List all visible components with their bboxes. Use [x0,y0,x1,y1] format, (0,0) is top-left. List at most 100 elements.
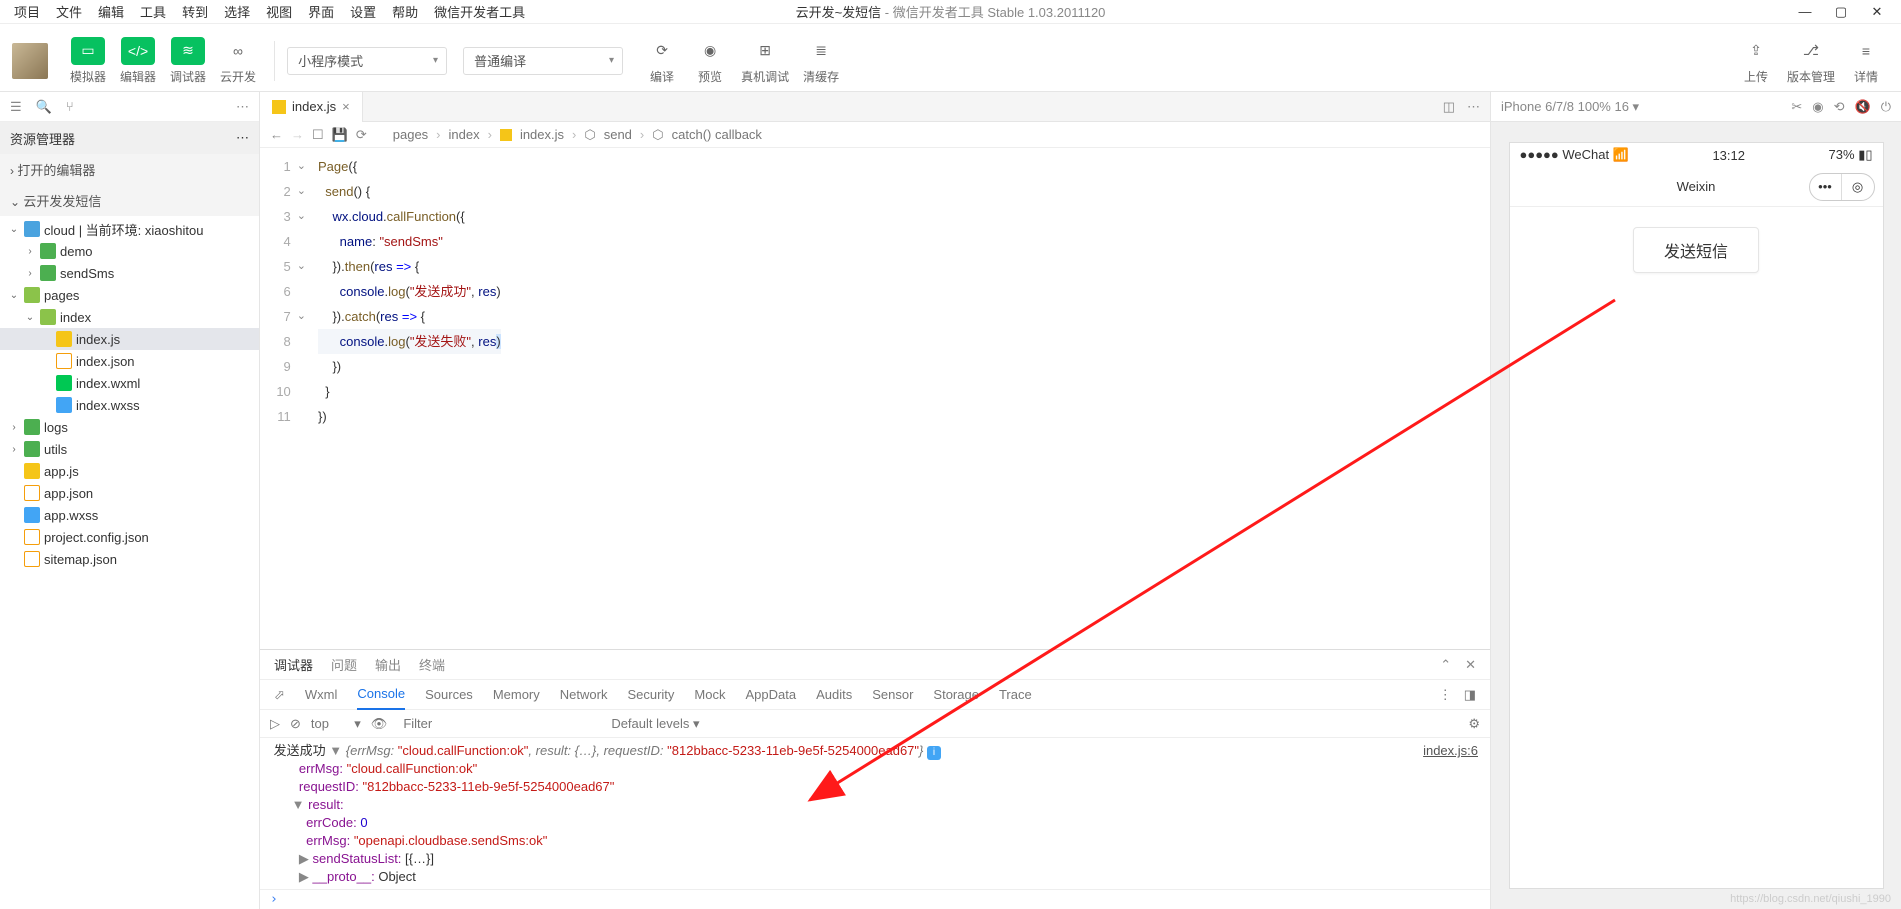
clear-icon[interactable]: ⊘ [290,716,301,732]
menu-dots-icon[interactable]: ••• [1810,174,1842,200]
close-panel-icon[interactable]: ✕ [1465,657,1476,673]
panel-tab[interactable]: 问题 [331,655,357,674]
cut-icon[interactable]: ✂ [1791,99,1802,115]
code-editor[interactable]: 1⌄2⌄3⌄ 4⌄5⌄6⌄ 7⌄8⌄9⌄ 10⌄11⌄ Page({ send(… [260,148,1490,649]
send-sms-button[interactable]: 发送短信 [1633,227,1759,273]
panel-tab[interactable]: 终端 [419,655,445,674]
menu-帮助[interactable]: 帮助 [384,2,426,21]
menu-编辑[interactable]: 编辑 [90,2,132,21]
devtools-tab-appdata[interactable]: AppData [745,687,796,702]
devtools-tab-mock[interactable]: Mock [694,687,725,702]
eye-icon[interactable]: 👁 [371,716,388,732]
simulator-button[interactable]: ▭模拟器 [64,37,112,85]
detail-button[interactable]: ≡详情 [1843,37,1889,85]
devtools-tab-console[interactable]: Console [357,680,405,710]
remote-debug-button[interactable]: ⊞真机调试 [735,37,795,85]
tree-node[interactable]: ›utils [0,438,259,460]
tree-node[interactable]: ›demo [0,240,259,262]
tree-node[interactable]: app.json [0,482,259,504]
tree-node[interactable]: index.wxml [0,372,259,394]
version-button[interactable]: ⎇版本管理 [1781,37,1841,85]
arrow-left-icon[interactable]: ← [270,127,283,142]
avatar[interactable] [12,43,48,79]
menu-设置[interactable]: 设置 [342,2,384,21]
tree-node[interactable]: index.wxss [0,394,259,416]
tree-node[interactable]: ⌄index [0,306,259,328]
inspect-icon[interactable]: ⬀ [274,687,285,703]
close-icon[interactable]: ✕ [1869,4,1885,20]
compile-button[interactable]: ⟳编译 [639,37,685,85]
upload-button[interactable]: ⇪上传 [1733,37,1779,85]
close-sim-icon[interactable]: ⏻ [1881,99,1891,115]
search-icon[interactable]: 🔍 [36,99,52,115]
devtools-tab-wxml[interactable]: Wxml [305,687,338,702]
split-icon[interactable]: ◫ [1443,99,1455,115]
tree-node[interactable]: ⌄pages [0,284,259,306]
cloud-button[interactable]: ∞云开发 [214,37,262,85]
close-tab-icon[interactable]: × [342,99,350,114]
tree-node[interactable]: app.wxss [0,504,259,526]
menu-界面[interactable]: 界面 [300,2,342,21]
play-icon[interactable]: ▷ [270,716,280,732]
levels-select[interactable]: Default levels ▾ [611,716,699,732]
arrow-right-icon[interactable]: → [291,127,304,142]
breadcrumb[interactable]: ← → ☐ 💾 ⟳ pages› index› index.js› ⬡send›… [260,122,1490,148]
record-icon[interactable]: ◉ [1812,99,1823,115]
list-icon[interactable]: ☰ [10,99,22,115]
minimize-icon[interactable]: — [1797,4,1813,20]
mode-select[interactable]: 小程序模式 [287,47,447,75]
devtools-tab-storage[interactable]: Storage [933,687,979,702]
console-output[interactable]: index.js:6 发送成功 ▼ {errMsg: "cloud.callFu… [260,738,1490,889]
preview-button[interactable]: ◉预览 [687,37,733,85]
devtools-tab-trace[interactable]: Trace [999,687,1032,702]
more-icon[interactable]: ⋯ [1467,99,1480,115]
devtools-tab-network[interactable]: Network [560,687,608,702]
source-link[interactable]: index.js:6 [1423,742,1478,760]
menu-项目[interactable]: 项目 [6,2,48,21]
collapse-icon[interactable]: ⌃ [1440,657,1451,673]
tree-node[interactable]: index.js [0,328,259,350]
mute-icon[interactable]: 🔇 [1855,99,1871,115]
target-icon[interactable]: ◎ [1842,174,1874,200]
tree-node[interactable]: index.json [0,350,259,372]
tab-index-js[interactable]: index.js × [260,92,363,122]
tree-node[interactable]: project.config.json [0,526,259,548]
branch-icon[interactable]: ⑂ [66,99,74,114]
panel-tab[interactable]: 输出 [375,655,401,674]
menu-微信开发者工具[interactable]: 微信开发者工具 [426,2,533,21]
tree-node[interactable]: ⌄cloud | 当前环境: xiaoshitou [0,218,259,240]
menu-视图[interactable]: 视图 [258,2,300,21]
console-prompt[interactable]: › [260,889,1490,909]
panel-tab[interactable]: 调试器 [274,655,313,674]
scope-select[interactable]: top ▾ [311,716,361,732]
menu-转到[interactable]: 转到 [174,2,216,21]
devtools-tab-audits[interactable]: Audits [816,687,852,702]
compile-select[interactable]: 普通编译 [463,47,623,75]
more-icon[interactable]: ⋯ [236,130,249,146]
debugger-button[interactable]: ≋调试器 [164,37,212,85]
editor-button[interactable]: </>编辑器 [114,37,162,85]
gear-icon[interactable]: ⚙ [1468,716,1480,732]
kebab-icon[interactable]: ⋮ [1439,687,1452,703]
filter-input[interactable] [397,713,597,735]
capsule[interactable]: ••• ◎ [1809,173,1875,201]
clear-cache-button[interactable]: ≣清缓存 [797,37,845,85]
maximize-icon[interactable]: ▢ [1833,4,1849,20]
menu-工具[interactable]: 工具 [132,2,174,21]
open-editors-header[interactable]: › 打开的编辑器 [0,154,259,185]
menu-文件[interactable]: 文件 [48,2,90,21]
device-select[interactable]: iPhone 6/7/8 100% 16 ▾ [1501,99,1639,115]
more-icon[interactable]: ⋯ [236,99,249,115]
devtools-tab-security[interactable]: Security [627,687,674,702]
tree-node[interactable]: sitemap.json [0,548,259,570]
tree-node[interactable]: app.js [0,460,259,482]
save-icon[interactable]: 💾 [332,127,348,143]
project-header[interactable]: ⌄ 云开发发短信 [0,185,259,216]
devtools-tab-memory[interactable]: Memory [493,687,540,702]
dock-icon[interactable]: ◨ [1464,687,1476,703]
rotate-icon[interactable]: ⟲ [1834,99,1845,115]
devtools-tab-sources[interactable]: Sources [425,687,473,702]
tree-node[interactable]: ›logs [0,416,259,438]
devtools-tab-sensor[interactable]: Sensor [872,687,913,702]
refresh-icon[interactable]: ⟳ [356,127,367,143]
